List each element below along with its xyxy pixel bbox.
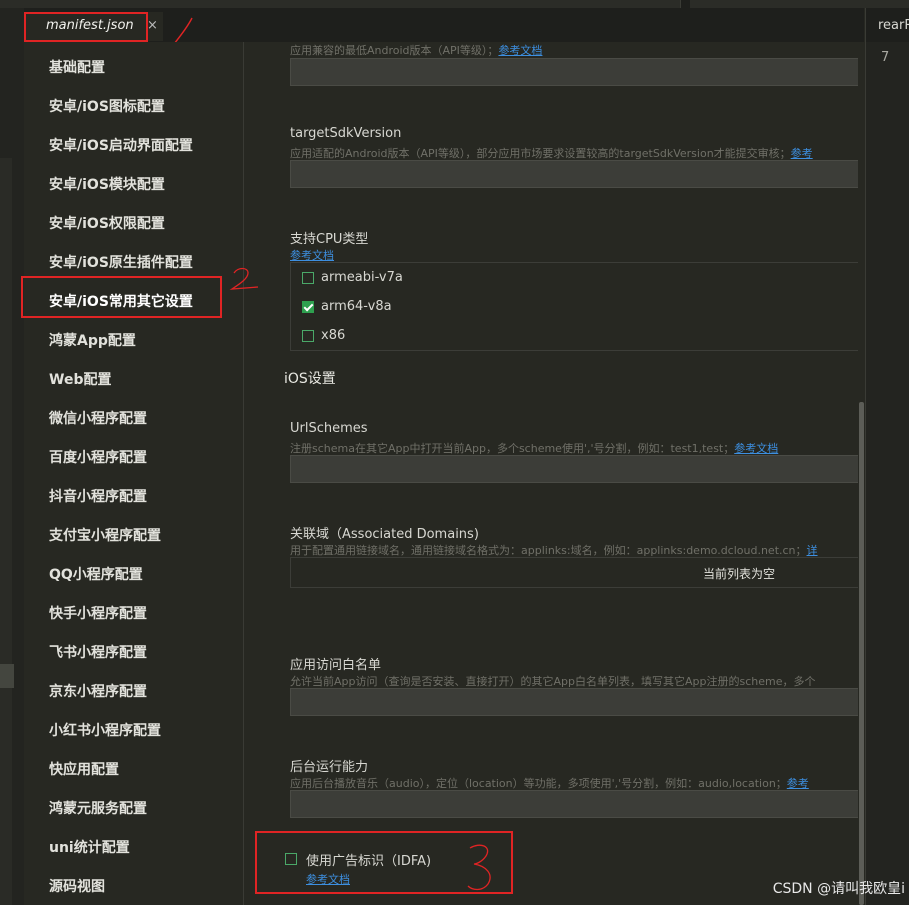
cpu-option-label: arm64-v8a <box>321 299 392 314</box>
min-sdk-doc-link[interactable]: 参考文档 <box>498 44 542 57</box>
checkbox-icon[interactable] <box>302 330 314 342</box>
scrollbar-thumb[interactable] <box>859 402 864 905</box>
settings-sidebar: 基础配置 安卓/iOS图标配置 安卓/iOS启动界面配置 安卓/iOS模块配置 … <box>24 42 244 905</box>
assoc-domains-list[interactable]: 当前列表为空 <box>290 557 864 588</box>
url-schemes-label: UrlSchemes <box>290 421 368 436</box>
min-sdk-description: 应用兼容的最低Android版本（API等级）；参考文档 <box>290 44 543 57</box>
line-number: 7 <box>881 50 890 65</box>
cpu-doc-link[interactable]: 参考文档 <box>290 249 334 262</box>
sidebar-item-source-view[interactable]: 源码视图 <box>49 876 105 896</box>
cpu-option-x86[interactable]: x86 <box>291 321 863 350</box>
sidebar-item-baidu[interactable]: 百度小程序配置 <box>49 447 147 467</box>
sidebar-item-quickapp[interactable]: 快应用配置 <box>49 759 119 779</box>
tab-right-file[interactable]: rearR <box>866 8 909 42</box>
ios-section-title: iOS设置 <box>284 371 336 387</box>
checkbox-icon[interactable] <box>302 272 314 284</box>
assoc-domains-doc-link[interactable]: 详 <box>807 544 818 557</box>
target-sdk-doc-link[interactable]: 参考 <box>791 147 813 160</box>
close-icon[interactable]: × <box>147 18 158 33</box>
watermark: CSDN @请叫我欧皇i <box>772 881 905 897</box>
url-schemes-description: 注册schema在其它App中打开当前App，多个scheme使用','号分割，… <box>290 442 779 455</box>
sidebar-item-native-plugins[interactable]: 安卓/iOS原生插件配置 <box>49 252 193 272</box>
editor-tab-bar: manifest.json × <box>24 8 864 42</box>
checkbox-checked-icon[interactable] <box>302 301 314 313</box>
sidebar-item-splash[interactable]: 安卓/iOS启动界面配置 <box>49 135 193 155</box>
cpu-doc-wrap: 参考文档 <box>290 247 334 263</box>
background-modes-label: 后台运行能力 <box>290 760 369 775</box>
vertical-scrollbar[interactable] <box>858 42 865 905</box>
empty-list-text: 当前列表为空 <box>703 567 776 581</box>
top-strip-segment <box>40 0 681 8</box>
background-modes-description: 应用后台播放音乐（audio），定位（location）等功能，多项使用','号… <box>290 777 809 790</box>
sidebar-item-permissions[interactable]: 安卓/iOS权限配置 <box>49 213 165 233</box>
min-sdk-input[interactable] <box>290 58 864 86</box>
cpu-type-list: armeabi-v7a arm64-v8a x86 <box>290 262 864 351</box>
sidebar-item-qq[interactable]: QQ小程序配置 <box>49 564 143 584</box>
target-sdk-label: targetSdkVersion <box>290 126 402 141</box>
cpu-types-label: 支持CPU类型 <box>290 232 369 247</box>
sidebar-item-douyin[interactable]: 抖音小程序配置 <box>49 486 147 506</box>
assoc-domains-label: 关联域（Associated Domains) <box>290 527 479 542</box>
top-strip-segment <box>690 0 909 8</box>
right-editor-pane: rearR 7 <box>865 8 909 905</box>
annotation-box-1 <box>24 12 148 42</box>
url-schemes-doc-link[interactable]: 参考文档 <box>734 442 778 455</box>
sidebar-item-web[interactable]: Web配置 <box>49 369 111 389</box>
sidebar-item-harmony-service[interactable]: 鸿蒙元服务配置 <box>49 798 147 818</box>
whitelist-label: 应用访问白名单 <box>290 658 382 673</box>
sidebar-item-uni-stat[interactable]: uni统计配置 <box>49 837 130 857</box>
sidebar-item-icons[interactable]: 安卓/iOS图标配置 <box>49 96 165 116</box>
gutter-bar <box>0 158 12 905</box>
sidebar-item-feishu[interactable]: 飞书小程序配置 <box>49 642 147 662</box>
whitelist-input[interactable] <box>290 688 864 716</box>
sidebar-item-basic[interactable]: 基础配置 <box>49 57 105 77</box>
settings-content: 应用兼容的最低Android版本（API等级）；参考文档 targetSdkVe… <box>244 42 864 905</box>
sidebar-item-harmony-app[interactable]: 鸿蒙App配置 <box>49 330 136 350</box>
left-gutter <box>0 8 24 905</box>
target-sdk-input[interactable] <box>290 160 864 188</box>
assoc-domains-description: 用于配置通用链接域名，通用链接域名格式为：applinks:域名，例如：appl… <box>290 544 818 557</box>
sidebar-item-modules[interactable]: 安卓/iOS模块配置 <box>49 174 165 194</box>
sidebar-item-jd[interactable]: 京东小程序配置 <box>49 681 147 701</box>
annotation-box-2 <box>21 276 222 318</box>
target-sdk-description: 应用适配的Android版本（API等级），部分应用市场要求设置较高的targe… <box>290 147 813 160</box>
whitelist-description: 允许当前App访问（查询是否安装、直接打开）的其它App白名单列表，填写其它Ap… <box>290 675 816 688</box>
window-top-strip <box>0 0 909 8</box>
sidebar-item-alipay[interactable]: 支付宝小程序配置 <box>49 525 161 545</box>
top-strip-segment <box>0 0 41 8</box>
background-modes-doc-link[interactable]: 参考 <box>787 777 809 790</box>
sidebar-item-xiaohongshu[interactable]: 小红书小程序配置 <box>49 720 161 740</box>
cpu-option-label: x86 <box>321 328 346 343</box>
cpu-option-armeabi[interactable]: armeabi-v7a <box>291 263 863 292</box>
gutter-marker <box>0 664 14 688</box>
tab-label: rearR <box>878 18 909 33</box>
annotation-mark-3 <box>467 844 491 891</box>
sidebar-item-kuaishou[interactable]: 快手小程序配置 <box>49 603 147 623</box>
cpu-option-label: armeabi-v7a <box>321 270 403 285</box>
background-modes-input[interactable] <box>290 790 864 818</box>
cpu-option-arm64[interactable]: arm64-v8a <box>291 292 863 321</box>
sidebar-item-weixin[interactable]: 微信小程序配置 <box>49 408 147 428</box>
url-schemes-input[interactable] <box>290 455 864 483</box>
